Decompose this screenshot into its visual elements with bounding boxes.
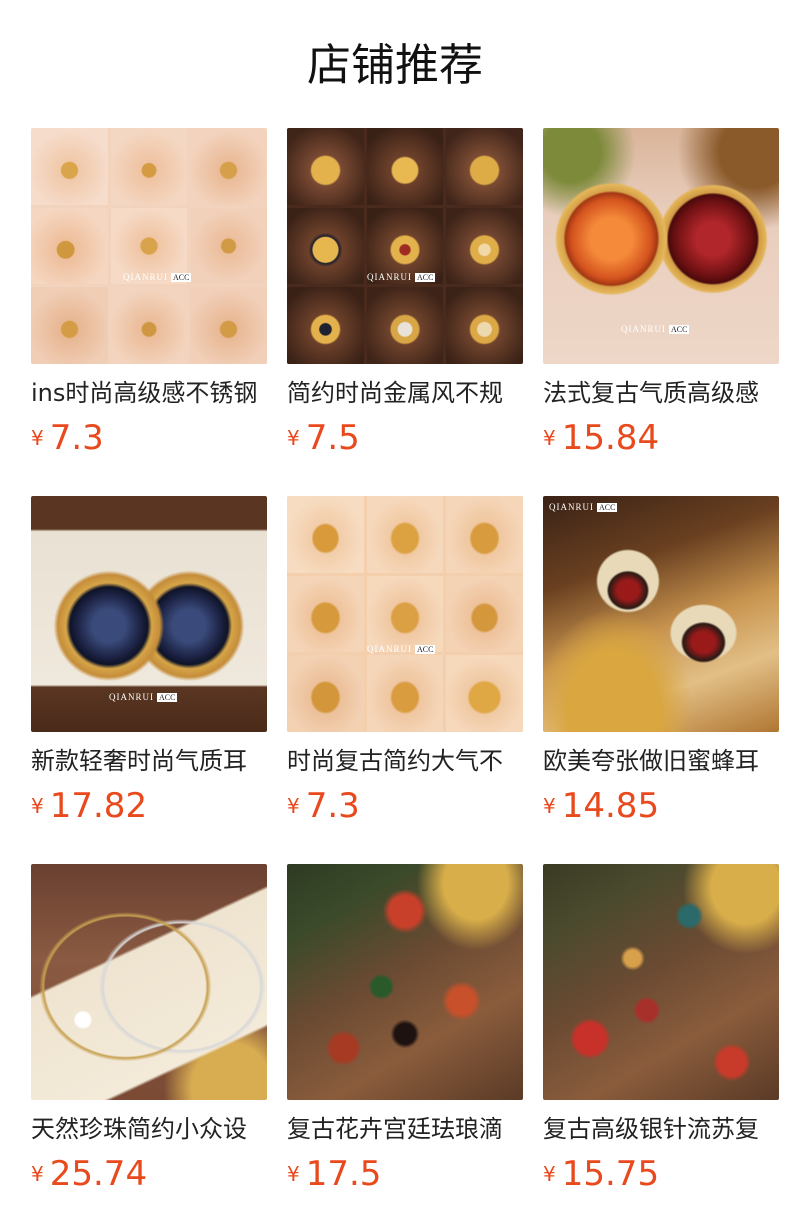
product-image[interactable]: QIANRUI ACC [543, 128, 779, 364]
brand-name: QIANRUI [367, 644, 412, 654]
product-price: ¥15.84 [543, 414, 779, 462]
brand-watermark: QIANRUI ACC [367, 644, 436, 654]
brand-watermark: QIANRUI ACC [621, 324, 690, 334]
currency-symbol: ¥ [31, 426, 44, 450]
brand-name: QIANRUI [123, 272, 168, 282]
product-name[interactable]: 天然珍珠简约小众设 [31, 1112, 267, 1146]
product-card[interactable]: QIANRUI ACC 时尚复古简约大气不 ¥7.3 [287, 496, 523, 826]
price-value: 15.84 [561, 418, 660, 458]
product-image[interactable]: QIANRUI ACC [31, 128, 267, 364]
brand-tag-label: ACC [415, 273, 436, 282]
product-card[interactable]: 复古高级银针流苏复 ¥15.75 [543, 864, 779, 1194]
product-name[interactable]: 时尚复古简约大气不 [287, 744, 523, 778]
currency-symbol: ¥ [31, 1162, 44, 1186]
price-value: 17.82 [49, 786, 148, 826]
product-image[interactable]: QIANRUI ACC [287, 128, 523, 364]
product-card[interactable]: 复古花卉宫廷珐琅滴 ¥17.5 [287, 864, 523, 1194]
product-price: ¥17.82 [31, 782, 267, 830]
product-name[interactable]: 新款轻奢时尚气质耳 [31, 744, 267, 778]
product-price: ¥17.5 [287, 1150, 523, 1198]
price-value: 7.3 [49, 418, 104, 458]
page-title: 店铺推荐 [307, 40, 483, 91]
brand-name: QIANRUI [621, 324, 666, 334]
product-image[interactable] [543, 864, 779, 1100]
product-image[interactable] [287, 864, 523, 1100]
currency-symbol: ¥ [287, 1162, 300, 1186]
product-price: ¥25.74 [31, 1150, 267, 1198]
brand-tag-label: ACC [157, 693, 178, 702]
price-value: 25.74 [49, 1154, 148, 1194]
brand-tag-label: ACC [171, 273, 192, 282]
brand-name: QIANRUI [109, 692, 154, 702]
product-card[interactable]: QIANRUI ACC 欧美夸张做旧蜜蜂耳 ¥14.85 [543, 496, 779, 826]
price-value: 17.5 [305, 1154, 382, 1194]
product-image[interactable]: QIANRUI ACC [31, 496, 267, 732]
product-card[interactable]: QIANRUI ACC ins时尚高级感不锈钢 ¥7.3 [31, 128, 267, 458]
brand-watermark: QIANRUI ACC [549, 502, 618, 512]
brand-watermark: QIANRUI ACC [109, 692, 178, 702]
product-price: ¥15.75 [543, 1150, 779, 1198]
product-name[interactable]: 欧美夸张做旧蜜蜂耳 [543, 744, 779, 778]
product-name[interactable]: 复古花卉宫廷珐琅滴 [287, 1112, 523, 1146]
price-value: 14.85 [561, 786, 660, 826]
product-grid: QIANRUI ACC ins时尚高级感不锈钢 ¥7.3 QIANRUI ACC 简… [31, 128, 779, 1194]
currency-symbol: ¥ [31, 794, 44, 818]
brand-watermark: QIANRUI ACC [367, 272, 436, 282]
currency-symbol: ¥ [287, 794, 300, 818]
product-name[interactable]: 简约时尚金属风不规 [287, 376, 523, 410]
currency-symbol: ¥ [287, 426, 300, 450]
product-name[interactable]: 法式复古气质高级感 [543, 376, 779, 410]
product-card[interactable]: QIANRUI ACC 简约时尚金属风不规 ¥7.5 [287, 128, 523, 458]
product-price: ¥7.3 [287, 782, 523, 830]
brand-watermark: QIANRUI ACC [123, 272, 192, 282]
brand-name: QIANRUI [367, 272, 412, 282]
product-name[interactable]: 复古高级银针流苏复 [543, 1112, 779, 1146]
product-card[interactable]: QIANRUI ACC 法式复古气质高级感 ¥15.84 [543, 128, 779, 458]
product-name[interactable]: ins时尚高级感不锈钢 [31, 376, 267, 410]
currency-symbol: ¥ [543, 426, 556, 450]
brand-tag-label: ACC [415, 645, 436, 654]
product-image[interactable] [31, 864, 267, 1100]
product-image[interactable]: QIANRUI ACC [543, 496, 779, 732]
brand-name: QIANRUI [549, 502, 594, 512]
brand-tag-label: ACC [669, 325, 690, 334]
product-price: ¥7.3 [31, 414, 267, 462]
product-price: ¥7.5 [287, 414, 523, 462]
product-card[interactable]: QIANRUI ACC 新款轻奢时尚气质耳 ¥17.82 [31, 496, 267, 826]
price-value: 15.75 [561, 1154, 660, 1194]
currency-symbol: ¥ [543, 1162, 556, 1186]
currency-symbol: ¥ [543, 794, 556, 818]
product-price: ¥14.85 [543, 782, 779, 830]
brand-tag-label: ACC [597, 503, 618, 512]
product-card[interactable]: 天然珍珠简约小众设 ¥25.74 [31, 864, 267, 1194]
price-value: 7.5 [305, 418, 360, 458]
price-value: 7.3 [305, 786, 360, 826]
product-image[interactable]: QIANRUI ACC [287, 496, 523, 732]
